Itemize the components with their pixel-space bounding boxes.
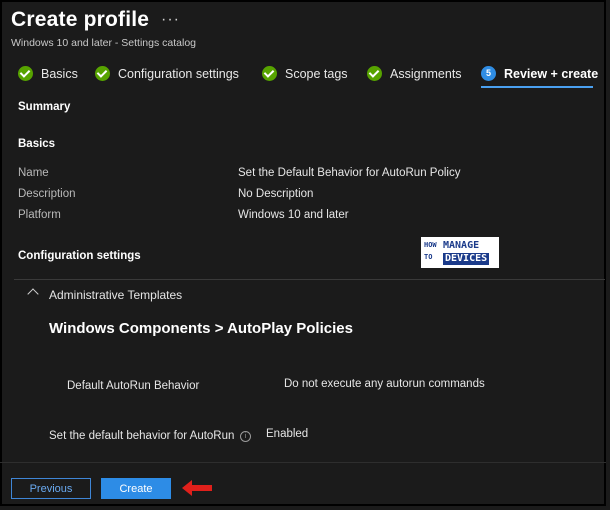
previous-button[interactable]: Previous — [11, 478, 91, 499]
active-step-indicator — [481, 86, 593, 88]
step-label: Assignments — [390, 66, 462, 81]
configuration-settings-heading: Configuration settings — [18, 250, 141, 262]
wizard-steps: Basics Configuration settings Scope tags… — [0, 60, 606, 90]
check-circle-icon — [262, 66, 277, 81]
red-arrow-icon — [182, 480, 212, 496]
setting-value-default-autorun: Do not execute any autorun commands — [284, 378, 485, 390]
step-review-create[interactable]: 5 Review + create — [481, 66, 598, 81]
step-label: Configuration settings — [118, 66, 239, 81]
check-circle-icon — [95, 66, 110, 81]
check-circle-icon — [367, 66, 382, 81]
step-scope-tags[interactable]: Scope tags — [262, 66, 348, 81]
check-circle-icon — [18, 66, 33, 81]
info-icon[interactable]: i — [240, 431, 251, 442]
step-number-icon: 5 — [481, 66, 496, 81]
step-label: Basics — [41, 66, 78, 81]
step-basics[interactable]: Basics — [18, 66, 78, 81]
description-label: Description — [18, 188, 76, 200]
setting-name-autorun-behavior: Set the default behavior for AutoRun — [49, 430, 235, 442]
step-assignments[interactable]: Assignments — [367, 66, 462, 81]
category-expander[interactable]: Administrative Templates — [49, 288, 182, 302]
logo-how-text: HOW — [424, 241, 437, 249]
platform-value: Windows 10 and later — [238, 209, 349, 221]
section-divider — [14, 279, 605, 280]
name-value: Set the Default Behavior for AutoRun Pol… — [238, 167, 461, 179]
footer-divider — [0, 462, 606, 463]
step-configuration-settings[interactable]: Configuration settings — [95, 66, 239, 81]
name-label: Name — [18, 167, 49, 179]
logo-to-text: TO — [424, 253, 433, 261]
setting-name-default-autorun: Default AutoRun Behavior — [67, 380, 200, 392]
policy-group-title: Windows Components > AutoPlay Policies — [49, 320, 353, 337]
page-title: Create profile — [11, 8, 150, 31]
description-value: No Description — [238, 188, 314, 200]
create-button[interactable]: Create — [101, 478, 171, 499]
logo-devices-text: DEVICES — [443, 253, 490, 265]
logo-manage-text: MANAGE — [443, 240, 480, 251]
page-subtitle: Windows 10 and later - Settings catalog — [11, 37, 197, 49]
howtomanagedevices-logo: HOW TO MANAGE DEVICES — [421, 237, 499, 268]
summary-heading: Summary — [18, 101, 71, 113]
setting-value-autorun-behavior: Enabled — [266, 428, 309, 440]
step-label: Scope tags — [285, 66, 348, 81]
basics-heading: Basics — [18, 138, 56, 150]
more-options-icon[interactable]: ··· — [161, 11, 180, 29]
platform-label: Platform — [18, 209, 61, 221]
step-label: Review + create — [504, 66, 599, 81]
